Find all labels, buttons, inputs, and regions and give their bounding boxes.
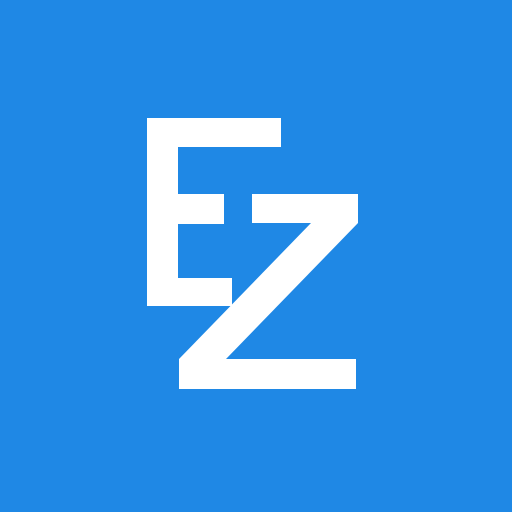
- ez-monogram-icon: [147, 118, 358, 389]
- app-icon: [0, 0, 512, 512]
